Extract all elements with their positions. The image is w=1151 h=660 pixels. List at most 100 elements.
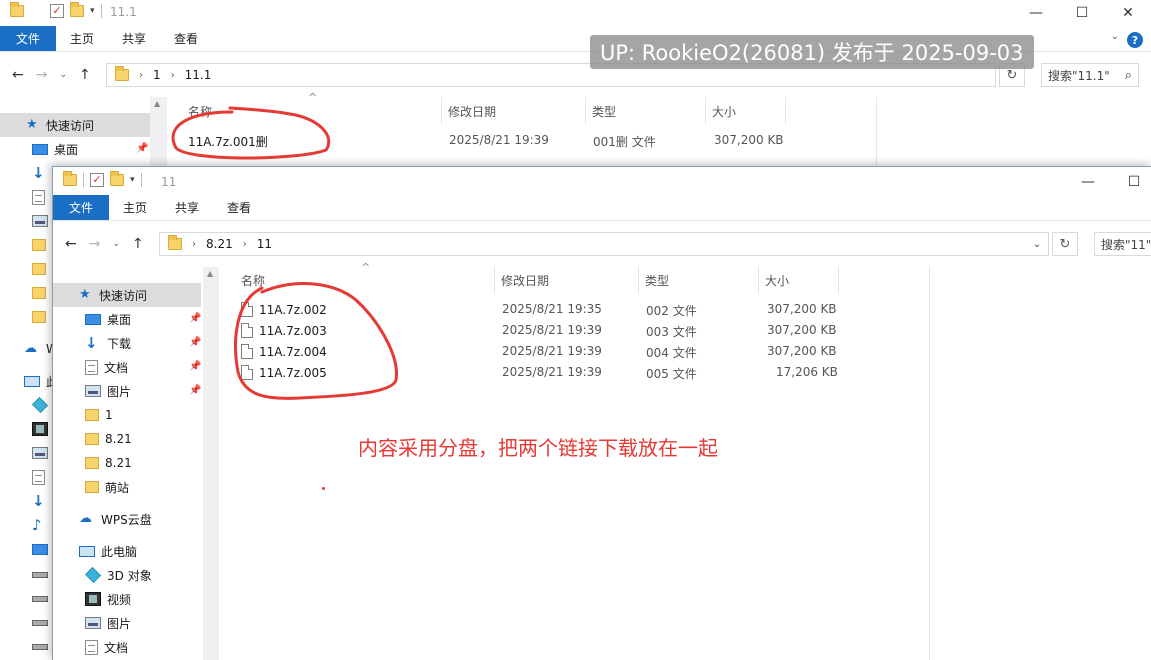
column-header-size[interactable]: 大小 — [759, 266, 839, 294]
search-input[interactable]: 搜索"11" — [1094, 232, 1151, 256]
nav-icon-documents[interactable] — [32, 465, 45, 489]
nav-scrollbar[interactable] — [203, 267, 219, 660]
divider — [140, 173, 142, 187]
nav-item-pictures[interactable]: 图片 — [85, 379, 131, 403]
address-row: ← → ⌄ ↑ › 8.21 › 11 ⌄ ↻ 搜索"11" — [53, 224, 1151, 264]
nav-item-documents[interactable]: 文档 — [85, 355, 128, 379]
nav-item-desktop[interactable]: 桌面 — [85, 307, 131, 331]
properties-icon[interactable]: ✓ — [90, 173, 104, 187]
tab-view[interactable]: 查看 — [160, 26, 212, 51]
search-icon: ⌕ — [1124, 67, 1132, 83]
nav-item-folder-mengzhan[interactable]: 萌站 — [85, 475, 129, 499]
column-header-size[interactable]: 大小 — [706, 97, 786, 125]
maximize-button[interactable]: ☐ — [1059, 0, 1105, 26]
forward-arrow-icon[interactable]: → — [89, 236, 101, 252]
close-button[interactable]: ✕ — [1105, 0, 1151, 26]
nav-icon-drive[interactable] — [32, 561, 48, 585]
address-bar[interactable]: › 8.21 › 11 ⌄ — [159, 232, 1049, 256]
nav-icon-documents[interactable] — [32, 185, 45, 209]
customize-toolbar-icon[interactable]: ▾ — [130, 175, 135, 185]
folder-icon — [32, 311, 46, 323]
nav-item-documents-pc[interactable]: 文档 — [85, 635, 128, 659]
column-header-type[interactable]: 类型 — [639, 266, 759, 294]
expand-ribbon-icon[interactable]: ⌄ — [1111, 31, 1119, 42]
search-input[interactable]: 搜索"11.1" ⌕ — [1041, 63, 1139, 87]
tab-view[interactable]: 查看 — [213, 195, 265, 220]
nav-icon-folder[interactable] — [32, 305, 46, 329]
nav-icon-videos[interactable] — [32, 417, 48, 441]
computer-icon — [79, 545, 95, 557]
nav-item-this-pc[interactable]: 此电脑 — [79, 539, 137, 563]
column-header-name[interactable]: 名称 — [235, 266, 495, 294]
back-arrow-icon[interactable]: ← — [65, 236, 77, 252]
tab-file[interactable]: 文件 — [53, 195, 110, 220]
forward-arrow-icon[interactable]: → — [36, 67, 48, 83]
new-folder-icon[interactable] — [70, 2, 84, 17]
table-row[interactable]: 11A.7z.001删 2025/8/21 19:39 001删 文件 307,… — [182, 130, 872, 151]
new-folder-icon[interactable] — [110, 171, 124, 186]
tab-share[interactable]: 共享 — [108, 26, 160, 51]
column-header-modified[interactable]: 修改日期 — [442, 97, 586, 125]
nav-item-wps-cloud[interactable]: ☁ WPS云盘 — [79, 507, 152, 531]
nav-item-folder-8-21[interactable]: 8.21 — [85, 451, 132, 475]
nav-item-videos[interactable]: 视频 — [85, 587, 131, 611]
breadcrumb-item[interactable]: 8.21 — [206, 237, 233, 251]
nav-icon-downloads[interactable]: ↓ — [32, 161, 48, 185]
properties-icon[interactable]: ✓ — [50, 4, 64, 18]
folder-icon — [85, 433, 99, 445]
help-icon[interactable]: ? — [1127, 32, 1143, 48]
nav-item-downloads[interactable]: ↓ 下载 — [85, 331, 131, 355]
nav-icon-folder[interactable] — [32, 281, 46, 305]
table-row[interactable]: 11A.7z.002 2025/8/21 19:35 002 文件 307,20… — [235, 299, 925, 320]
nav-item-3d-objects[interactable]: 3D 对象 — [85, 563, 152, 587]
file-size: 307,200 KB — [714, 133, 784, 147]
tab-file[interactable]: 文件 — [0, 26, 57, 51]
breadcrumb-item[interactable]: 11 — [257, 237, 272, 251]
file-modified: 2025/8/21 19:39 — [502, 323, 602, 337]
nav-icon-folder[interactable] — [32, 257, 46, 281]
minimize-button[interactable]: — — [1013, 0, 1059, 26]
customize-toolbar-icon[interactable]: ▾ — [90, 6, 95, 16]
nav-icon-music[interactable]: ♪ — [32, 513, 48, 537]
divider — [929, 266, 930, 660]
minimize-button[interactable]: — — [1065, 169, 1111, 195]
up-arrow-icon[interactable]: ↑ — [79, 67, 91, 83]
maximize-button[interactable]: ☐ — [1111, 169, 1151, 195]
up-arrow-icon[interactable]: ↑ — [132, 236, 144, 252]
nav-item-desktop[interactable]: 桌面 — [0, 137, 150, 161]
nav-item-quick-access[interactable]: ★ 快速访问 — [0, 113, 150, 137]
nav-item-quick-access[interactable]: ★ 快速访问 — [53, 283, 201, 307]
file-type: 002 文件 — [646, 304, 697, 318]
recent-locations-icon[interactable]: ⌄ — [59, 70, 67, 80]
nav-item-folder-1[interactable]: 1 — [85, 403, 113, 427]
tab-share[interactable]: 共享 — [161, 195, 213, 220]
nav-icon-downloads[interactable]: ↓ — [32, 489, 48, 513]
nav-icon-desktop[interactable] — [32, 537, 48, 561]
annotation-dot — [322, 487, 325, 490]
nav-icon-drive[interactable] — [32, 585, 48, 609]
cube-icon — [32, 397, 48, 413]
breadcrumb-item[interactable]: 1 — [153, 68, 161, 82]
back-arrow-icon[interactable]: ← — [12, 67, 24, 83]
nav-item-pictures-pc[interactable]: 图片 — [85, 611, 131, 635]
nav-item-folder-8-21[interactable]: 8.21 — [85, 427, 132, 451]
breadcrumb-item[interactable]: 11.1 — [185, 68, 212, 82]
refresh-button[interactable]: ↻ — [1052, 232, 1078, 256]
tab-home[interactable]: 主页 — [56, 26, 108, 51]
table-row[interactable]: 11A.7z.003 2025/8/21 19:39 003 文件 307,20… — [235, 320, 925, 341]
chevron-down-icon[interactable]: ⌄ — [1026, 233, 1048, 255]
tab-home[interactable]: 主页 — [109, 195, 161, 220]
nav-icon-drive[interactable] — [32, 609, 48, 633]
column-header-modified[interactable]: 修改日期 — [495, 266, 639, 294]
column-header-name[interactable]: 名称 — [182, 97, 442, 125]
table-row[interactable]: 11A.7z.004 2025/8/21 19:39 004 文件 307,20… — [235, 341, 925, 362]
column-header-type[interactable]: 类型 — [586, 97, 706, 125]
nav-icon-3d[interactable] — [32, 393, 48, 417]
table-row[interactable]: 11A.7z.005 2025/8/21 19:39 005 文件 17,206… — [235, 362, 925, 383]
desktop-icon — [32, 143, 48, 155]
recent-locations-icon[interactable]: ⌄ — [112, 239, 120, 249]
nav-icon-folder[interactable] — [32, 233, 46, 257]
nav-icon-drive[interactable] — [32, 633, 48, 657]
nav-icon-pictures[interactable] — [32, 441, 48, 465]
nav-icon-pictures[interactable] — [32, 209, 48, 233]
